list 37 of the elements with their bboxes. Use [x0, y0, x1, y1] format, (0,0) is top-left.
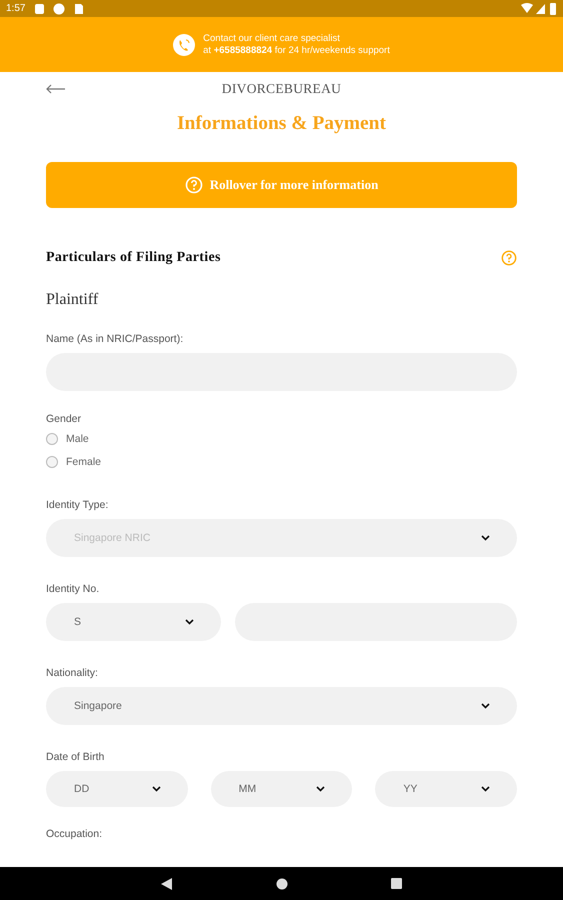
chevron-down-icon	[316, 786, 326, 792]
page-title: Informations & Payment	[176, 112, 388, 136]
field-label: Identity Type:	[46, 499, 110, 511]
signal-battery-icon	[521, 2, 557, 14]
chevron-down-icon	[481, 535, 490, 541]
date-dropdown[interactable]: DD	[46, 771, 188, 807]
logo: DIVORCEBUREAU	[222, 81, 342, 97]
field-label: Nationality:	[46, 667, 99, 679]
back-arrow-icon[interactable]	[46, 84, 66, 94]
phone-icon	[173, 34, 196, 56]
select-dropdown[interactable]: Singapore	[46, 687, 517, 725]
help-icon	[184, 176, 203, 194]
chevron-down-icon	[152, 786, 161, 792]
contact-phone-text: at +6585888824 for 24 hr/weekends support	[203, 44, 390, 56]
recents-icon[interactable]	[391, 878, 402, 889]
party-heading: Plaintiff	[46, 291, 100, 309]
chevron-down-icon	[481, 703, 490, 709]
chevron-down-icon	[185, 619, 194, 625]
radio-label: Female	[66, 456, 102, 468]
field-label: Occupation:	[46, 828, 104, 840]
radio-button[interactable]	[46, 456, 58, 468]
help-icon[interactable]	[501, 250, 517, 266]
prefix-dropdown[interactable]: S	[46, 603, 221, 641]
date-dropdown[interactable]: MM	[210, 771, 352, 807]
field-label: Name (As in NRIC/Passport):	[46, 333, 184, 345]
back-icon[interactable]	[161, 878, 173, 890]
field-label: Gender	[46, 413, 82, 425]
field-label: Date of Birth	[46, 751, 106, 763]
chevron-down-icon	[481, 786, 490, 792]
contact-text: Contact our client care specialist	[203, 32, 341, 44]
status-time: 1:57	[6, 3, 26, 14]
date-dropdown[interactable]: YY	[375, 771, 518, 807]
radio-button[interactable]	[46, 432, 58, 444]
radio-label: Male	[66, 432, 89, 444]
home-icon[interactable]	[276, 878, 288, 890]
section-title: Particulars of Filing Parties	[46, 250, 221, 266]
field-label: Identity No.	[46, 583, 100, 595]
